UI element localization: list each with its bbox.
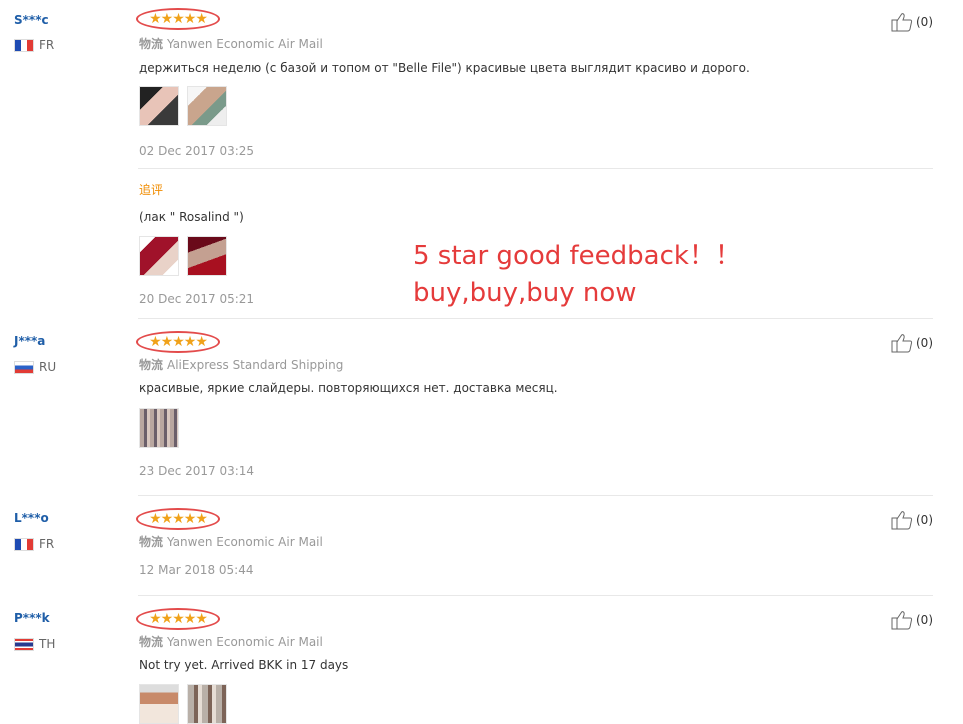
review-date: 23 Dec 2017 03:14 xyxy=(139,464,255,478)
reviewer-country: FR xyxy=(14,537,54,551)
additional-comment: (лак " Rosalind ") xyxy=(139,210,244,224)
additional-date: 20 Dec 2017 05:21 xyxy=(139,292,255,306)
review-photo[interactable] xyxy=(139,684,179,724)
reviewer-country: TH xyxy=(14,637,55,651)
review-comment: красивые, яркие слайдеры. повторяющихся … xyxy=(139,381,558,395)
country-code: RU xyxy=(39,360,57,374)
review-divider xyxy=(138,318,933,319)
shipping-method: 物流 Yanwen Economic Air Mail xyxy=(139,533,323,550)
rating-stars: ★★★★★ xyxy=(136,608,220,630)
shipping-name: Yanwen Economic Air Mail xyxy=(167,635,323,649)
reviewer-name[interactable]: P***k xyxy=(14,611,50,625)
star-rating-icon: ★★★★★ xyxy=(149,334,208,350)
shipping-method: 物流 AliExpress Standard Shipping xyxy=(139,356,343,373)
flag-th-icon xyxy=(14,637,34,651)
rating-stars: ★★★★★ xyxy=(136,8,220,30)
country-code: TH xyxy=(39,637,56,651)
promo-text: 5 star good feedback！！ buy,buy,buy now xyxy=(413,238,741,312)
review-photo[interactable] xyxy=(139,236,179,276)
promo-line: 5 star good feedback！！ xyxy=(413,241,741,271)
thumbs-up-icon xyxy=(891,334,913,353)
helpful-count: (0) xyxy=(916,336,933,350)
additional-divider xyxy=(138,168,933,169)
helpful-count: (0) xyxy=(916,513,933,527)
shipping-method: 物流 Yanwen Economic Air Mail xyxy=(139,35,323,52)
helpful-count: (0) xyxy=(916,613,933,627)
flag-ru-icon xyxy=(14,360,34,374)
shipping-label: 物流 xyxy=(139,37,164,51)
shipping-name: Yanwen Economic Air Mail xyxy=(167,37,323,51)
review-date: 02 Dec 2017 03:25 xyxy=(139,144,255,158)
shipping-label: 物流 xyxy=(139,535,164,549)
review-comment: держиться неделю (с базой и топом от "Be… xyxy=(139,61,750,75)
reviewer-name[interactable]: L***o xyxy=(14,511,49,525)
shipping-method: 物流 Yanwen Economic Air Mail xyxy=(139,633,323,650)
review-photo[interactable] xyxy=(187,684,227,724)
promo-line: buy,buy,buy now xyxy=(413,278,637,308)
review-photo[interactable] xyxy=(139,408,179,448)
additional-review-label: 追评 xyxy=(139,183,164,197)
star-rating-icon: ★★★★★ xyxy=(149,11,208,27)
flag-fr-icon xyxy=(14,537,34,551)
review-photo[interactable] xyxy=(187,86,227,126)
country-code: FR xyxy=(39,537,55,551)
review-divider xyxy=(138,495,933,496)
helpful-button[interactable]: (0) xyxy=(891,510,933,530)
shipping-name: Yanwen Economic Air Mail xyxy=(167,535,323,549)
star-rating-icon: ★★★★★ xyxy=(149,611,208,627)
rating-stars: ★★★★★ xyxy=(136,331,220,353)
reviewer-country: FR xyxy=(14,38,54,52)
country-code: FR xyxy=(39,38,55,52)
helpful-button[interactable]: (0) xyxy=(891,12,933,32)
review-comment: Not try yet. Arrived BKK in 17 days xyxy=(139,658,349,672)
review-divider xyxy=(138,595,933,596)
reviewer-name[interactable]: J***a xyxy=(14,334,45,348)
reviewer-country: RU xyxy=(14,360,56,374)
thumbs-up-icon xyxy=(891,511,913,530)
helpful-count: (0) xyxy=(916,15,933,29)
rating-stars: ★★★★★ xyxy=(136,508,220,530)
review-photo[interactable] xyxy=(139,86,179,126)
reviewer-name[interactable]: S***c xyxy=(14,13,49,27)
shipping-name: AliExpress Standard Shipping xyxy=(167,358,344,372)
review-date: 12 Mar 2018 05:44 xyxy=(139,563,254,577)
thumbs-up-icon xyxy=(891,611,913,630)
thumbs-up-icon xyxy=(891,13,913,32)
helpful-button[interactable]: (0) xyxy=(891,333,933,353)
review-photo[interactable] xyxy=(187,236,227,276)
shipping-label: 物流 xyxy=(139,635,164,649)
shipping-label: 物流 xyxy=(139,358,164,372)
star-rating-icon: ★★★★★ xyxy=(149,511,208,527)
helpful-button[interactable]: (0) xyxy=(891,610,933,630)
flag-fr-icon xyxy=(14,38,34,52)
